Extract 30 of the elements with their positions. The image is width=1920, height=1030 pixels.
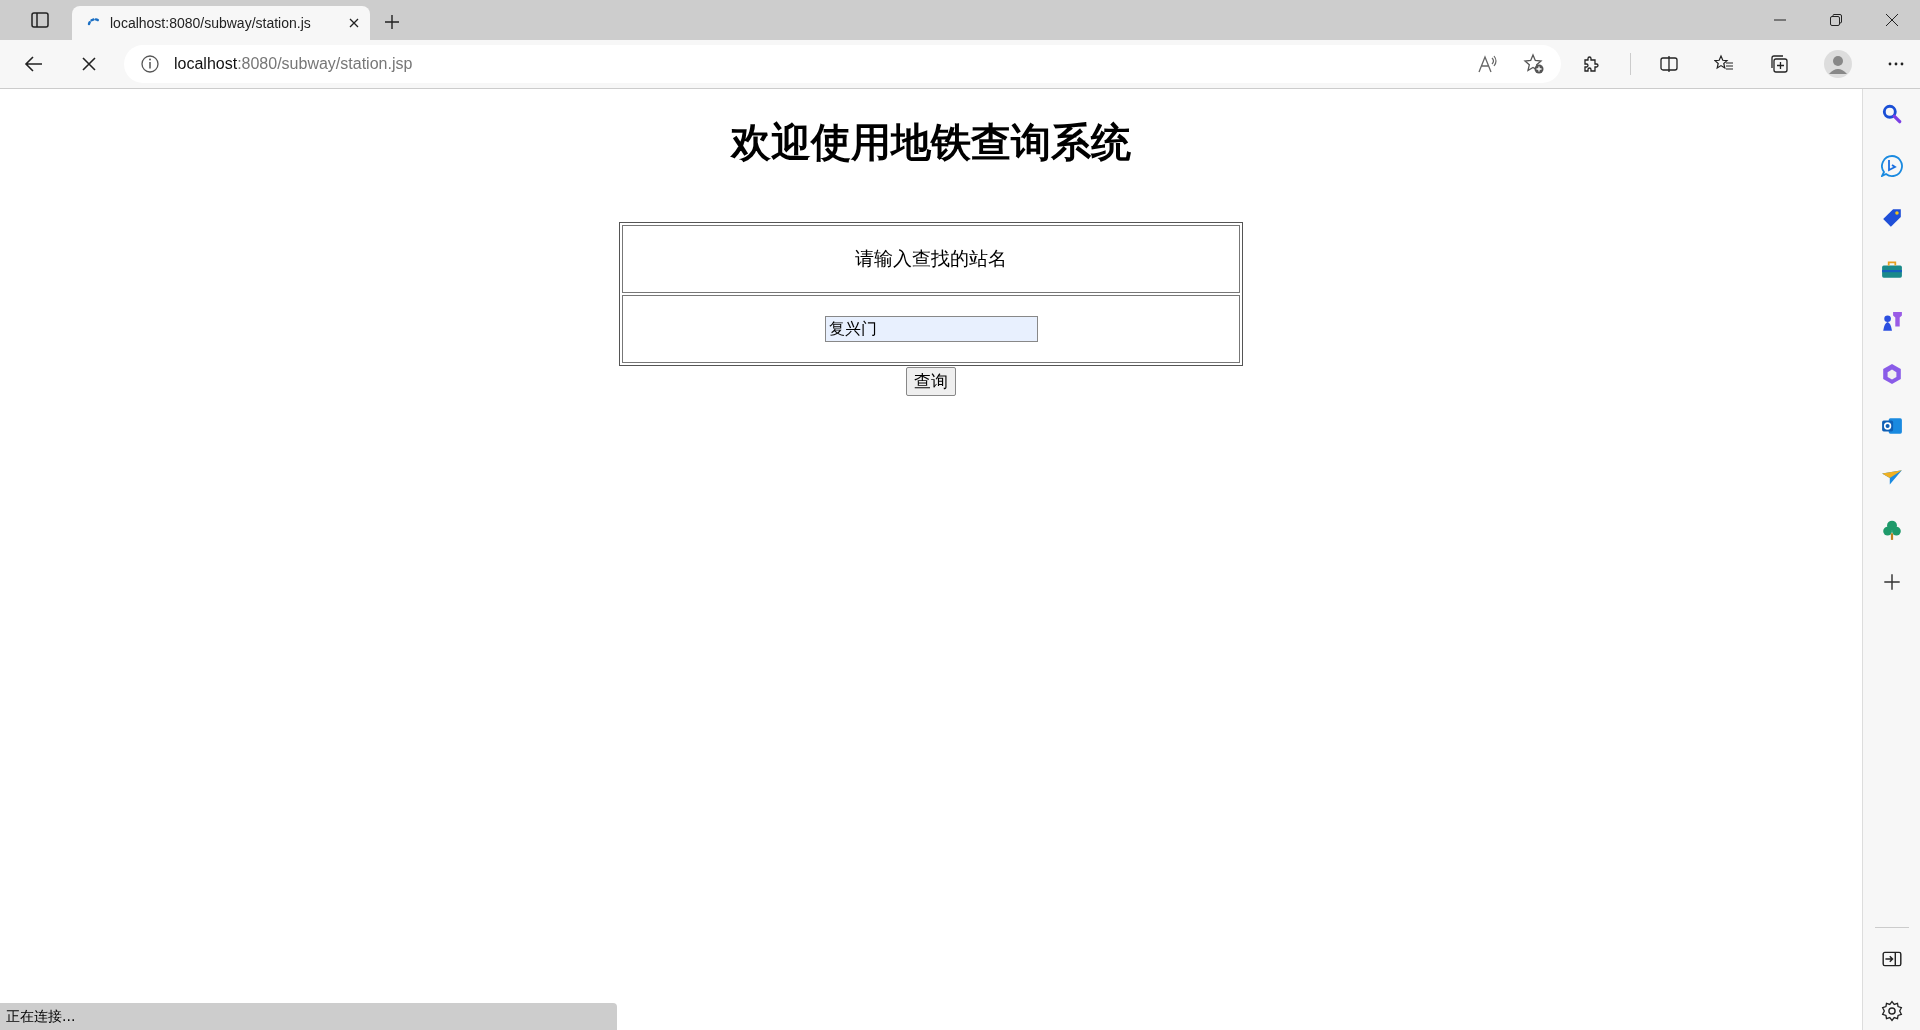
hexagon-logo-icon[interactable]	[1880, 363, 1903, 385]
read-aloud-icon[interactable]	[1477, 53, 1500, 75]
status-bar: 正在连接...	[0, 1003, 617, 1030]
restore-icon[interactable]	[1829, 13, 1843, 27]
back-arrow-icon[interactable]	[24, 54, 44, 74]
mail-icon[interactable]	[1880, 415, 1903, 437]
url-text: localhost:8080/subway/station.jsp	[173, 55, 413, 73]
tab-actions-icon[interactable]	[30, 10, 50, 30]
close-window-icon[interactable]	[1885, 13, 1899, 27]
browser-tab[interactable]: localhost:8080/subway/station.js	[72, 6, 370, 40]
profile-avatar-icon[interactable]	[1824, 50, 1852, 78]
toolbox-icon[interactable]	[1880, 259, 1903, 281]
add-favorite-icon[interactable]	[1523, 53, 1546, 75]
collections-icon[interactable]	[1769, 54, 1789, 74]
tree-icon[interactable]	[1880, 519, 1903, 541]
close-tab-icon[interactable]	[348, 17, 360, 29]
search-icon[interactable]	[1880, 103, 1903, 125]
prompt-label: 请输入查找的站名	[855, 247, 1007, 269]
info-icon[interactable]	[139, 54, 160, 74]
chat-bubble-icon[interactable]	[1880, 155, 1903, 177]
puzzle-icon[interactable]	[1581, 54, 1602, 74]
tab-title: localhost:8080/subway/station.js	[110, 15, 312, 31]
page-heading: 欢迎使用地铁查询系统	[731, 118, 1131, 167]
split-screen-icon[interactable]	[1659, 54, 1680, 74]
address-bar[interactable]: localhost:8080/subway/station.jsp	[123, 45, 1562, 83]
query-button[interactable]: 查询	[906, 367, 956, 396]
station-input-field[interactable]: 复兴门	[824, 316, 1038, 343]
new-tab-icon[interactable]	[384, 14, 400, 30]
settings-icon[interactable]	[1880, 1000, 1903, 1022]
chess-pieces-icon[interactable]	[1880, 311, 1903, 333]
